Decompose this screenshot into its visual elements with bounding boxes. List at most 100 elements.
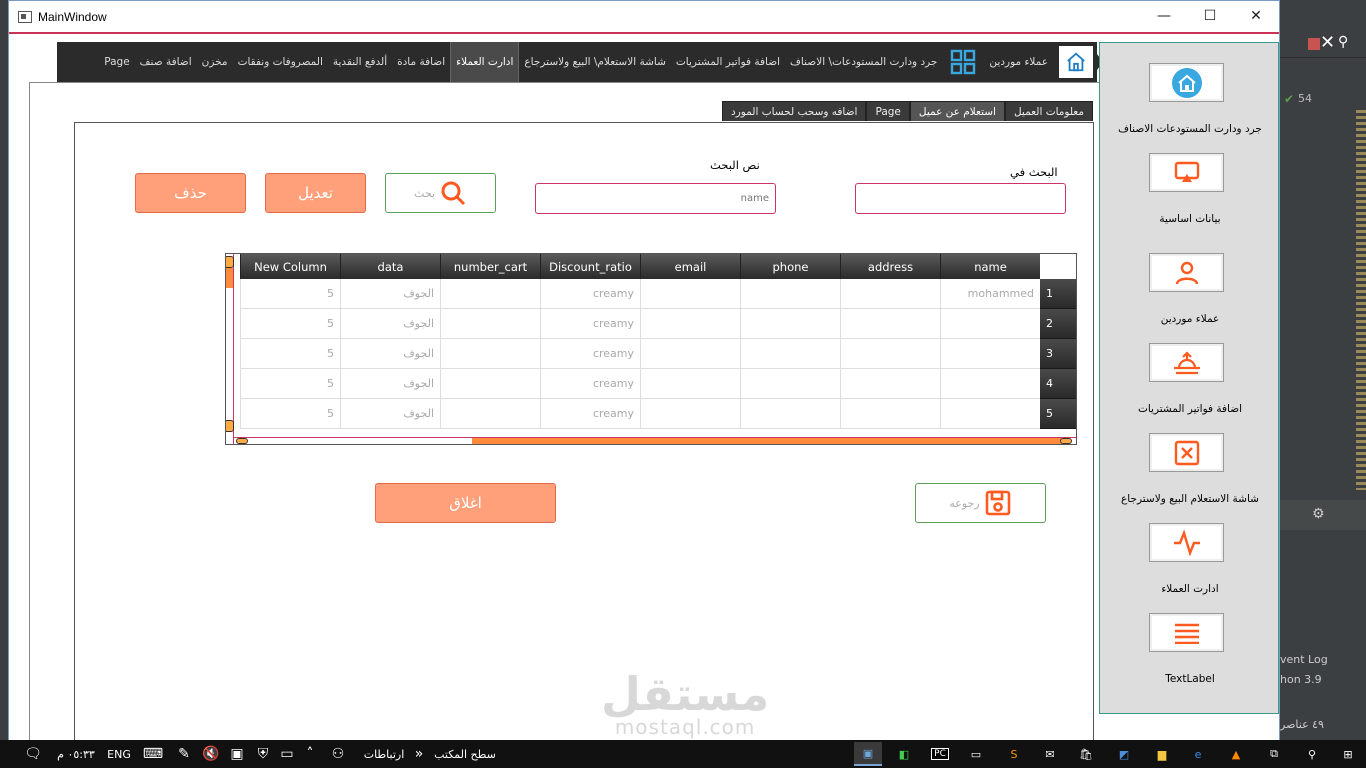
nav-item-customer-management[interactable]: ادارت العملاء — [450, 42, 520, 82]
row-number[interactable]: 5 — [1040, 399, 1076, 429]
taskbar-app-qt-designer[interactable]: ◧ — [890, 742, 918, 766]
nav-item-customers-suppliers[interactable]: عملاء موردين — [984, 42, 1053, 82]
nav-item-page[interactable]: Page — [99, 42, 134, 82]
column-header-new-column[interactable]: New Column — [240, 254, 340, 279]
links-toolbar[interactable]: ارتباطات — [358, 740, 410, 768]
sidebar-purchase-button[interactable] — [1149, 343, 1224, 382]
taskbar-app-mail[interactable]: ✉ — [1036, 742, 1064, 766]
table-cell[interactable] — [840, 309, 940, 339]
nav-item-expenses[interactable]: المصروفات ونفقات — [233, 42, 328, 82]
taskbar-app-explorer[interactable]: ▆ — [1148, 742, 1176, 766]
close-form-button[interactable]: اغلاق — [375, 483, 556, 523]
taskbar-app-pycharm[interactable]: PC — [926, 742, 954, 766]
tab-customer-query[interactable]: استعلام عن عميل — [909, 101, 1005, 121]
desktop-toolbar[interactable]: سطح المكتب — [430, 740, 500, 768]
horizontal-scrollbar[interactable] — [234, 437, 1076, 444]
table-cell[interactable] — [740, 369, 840, 399]
row-number[interactable]: 2 — [1040, 309, 1076, 339]
table-cell[interactable]: 5 — [240, 279, 340, 309]
nav-home-button[interactable] — [1059, 46, 1093, 78]
table-cell[interactable] — [640, 339, 740, 369]
title-bar[interactable]: MainWindow — ☐ ✕ — [9, 1, 1279, 32]
horizontal-scroll-thumb[interactable] — [472, 438, 1062, 444]
column-header-email[interactable]: email — [640, 254, 740, 279]
table-row[interactable]: mohammed creamy الجوف 5 — [240, 279, 1040, 309]
table-cell[interactable] — [940, 309, 1040, 339]
table-cell[interactable]: creamy — [540, 279, 640, 309]
table-cell[interactable]: creamy — [540, 399, 640, 429]
column-header-phone[interactable]: phone — [740, 254, 840, 279]
table-row[interactable]: creamy الجوف 5 — [240, 309, 1040, 339]
nav-item-add-item[interactable]: اضافة صنف — [135, 42, 197, 82]
table-cell[interactable]: 5 — [240, 399, 340, 429]
sidebar-menu-button[interactable] — [1149, 613, 1224, 652]
close-button[interactable]: ✕ — [1233, 1, 1279, 31]
keyboard-icon[interactable]: ⌨ — [140, 740, 166, 768]
row-number[interactable]: 4 — [1040, 369, 1076, 399]
sidebar-management-button[interactable] — [1149, 523, 1224, 562]
table-cell[interactable]: creamy — [540, 309, 640, 339]
nav-item-query-sales[interactable]: شاشة الاستعلام\ البيع ولاسترجاع — [519, 42, 671, 82]
tab-customer-info[interactable]: معلومات العميل — [1004, 101, 1093, 121]
nav-item-purchase-invoices[interactable]: اضافة فواتير المشتريات — [671, 42, 785, 82]
sidebar-query-button[interactable] — [1149, 433, 1224, 472]
scroll-left-handle[interactable] — [236, 438, 248, 444]
table-cell[interactable] — [440, 279, 540, 309]
language-indicator[interactable]: ENG — [104, 740, 134, 768]
taskbar-app-sublime[interactable]: S — [1000, 742, 1028, 766]
table-cell[interactable] — [740, 309, 840, 339]
save-button[interactable]: رجوعه — [915, 483, 1046, 523]
battery-icon[interactable]: ▭ — [276, 740, 298, 768]
table-cell[interactable] — [440, 399, 540, 429]
table-cell[interactable] — [440, 339, 540, 369]
vertical-scrollbar[interactable] — [226, 254, 234, 444]
shield-icon[interactable]: ⛨ — [252, 740, 274, 768]
gear-icon[interactable]: ⚙ — [1312, 506, 1325, 522]
ide-event-log[interactable]: vent Log — [1280, 653, 1328, 666]
network-icon[interactable]: ▣ — [226, 740, 248, 768]
table-cell[interactable] — [740, 339, 840, 369]
nav-item-inventory[interactable]: جرد ودارت المستودعات\ الاصناف — [785, 42, 942, 82]
maximize-button[interactable]: ☐ — [1187, 1, 1233, 31]
table-cell[interactable]: الجوف — [340, 309, 440, 339]
table-cell[interactable] — [440, 369, 540, 399]
vertical-scroll-thumb[interactable] — [226, 268, 233, 288]
edit-button[interactable]: تعديل — [265, 173, 366, 213]
chevron-up-icon[interactable]: ˄ — [300, 740, 320, 768]
taskbar-app-python-window[interactable]: ▣ — [854, 742, 882, 766]
search-button[interactable]: بحث — [385, 173, 496, 213]
row-number[interactable]: 1 — [1040, 279, 1076, 309]
minimize-button[interactable]: — — [1141, 1, 1187, 31]
table-cell[interactable] — [740, 399, 840, 429]
row-number[interactable]: 3 — [1040, 339, 1076, 369]
volume-muted-icon[interactable]: 🔇 — [200, 740, 222, 768]
clock[interactable]: ٠٥:٣٣ م — [52, 740, 100, 768]
delete-button[interactable]: حذف — [135, 173, 246, 213]
start-button[interactable]: ⊞ — [1334, 742, 1362, 766]
scroll-down-handle[interactable] — [226, 420, 234, 432]
table-cell[interactable]: 5 — [240, 369, 340, 399]
column-header-data[interactable]: data — [340, 254, 440, 279]
ide-stop-icon[interactable] — [1308, 38, 1320, 50]
search-text-input[interactable] — [535, 183, 776, 214]
column-header-name[interactable]: name — [940, 254, 1040, 279]
table-cell[interactable] — [640, 369, 740, 399]
double-chevron-icon[interactable]: » — [412, 740, 426, 768]
tab-supplier-account[interactable]: اضافه وسحب لحساب المورد — [722, 101, 867, 121]
search-taskbar-button[interactable]: ⚲ — [1298, 742, 1326, 766]
table-cell[interactable] — [640, 309, 740, 339]
sidebar-customers-button[interactable] — [1149, 253, 1224, 292]
taskbar-app-snipping[interactable]: ◩ — [1110, 742, 1138, 766]
table-cell[interactable] — [940, 339, 1040, 369]
task-view-button[interactable]: ⧉ — [1260, 742, 1288, 766]
table-cell[interactable] — [640, 399, 740, 429]
taskbar-app-edge[interactable]: e — [1184, 742, 1212, 766]
people-icon[interactable]: ⚇ — [326, 740, 350, 768]
table-cell[interactable] — [640, 279, 740, 309]
pen-icon[interactable]: ✎ — [172, 740, 196, 768]
table-cell[interactable]: الجوف — [340, 339, 440, 369]
column-header-address[interactable]: address — [840, 254, 940, 279]
table-cell[interactable]: mohammed — [940, 279, 1040, 309]
table-cell[interactable]: الجوف — [340, 369, 440, 399]
ide-python-version[interactable]: hon 3.9 — [1280, 673, 1322, 686]
